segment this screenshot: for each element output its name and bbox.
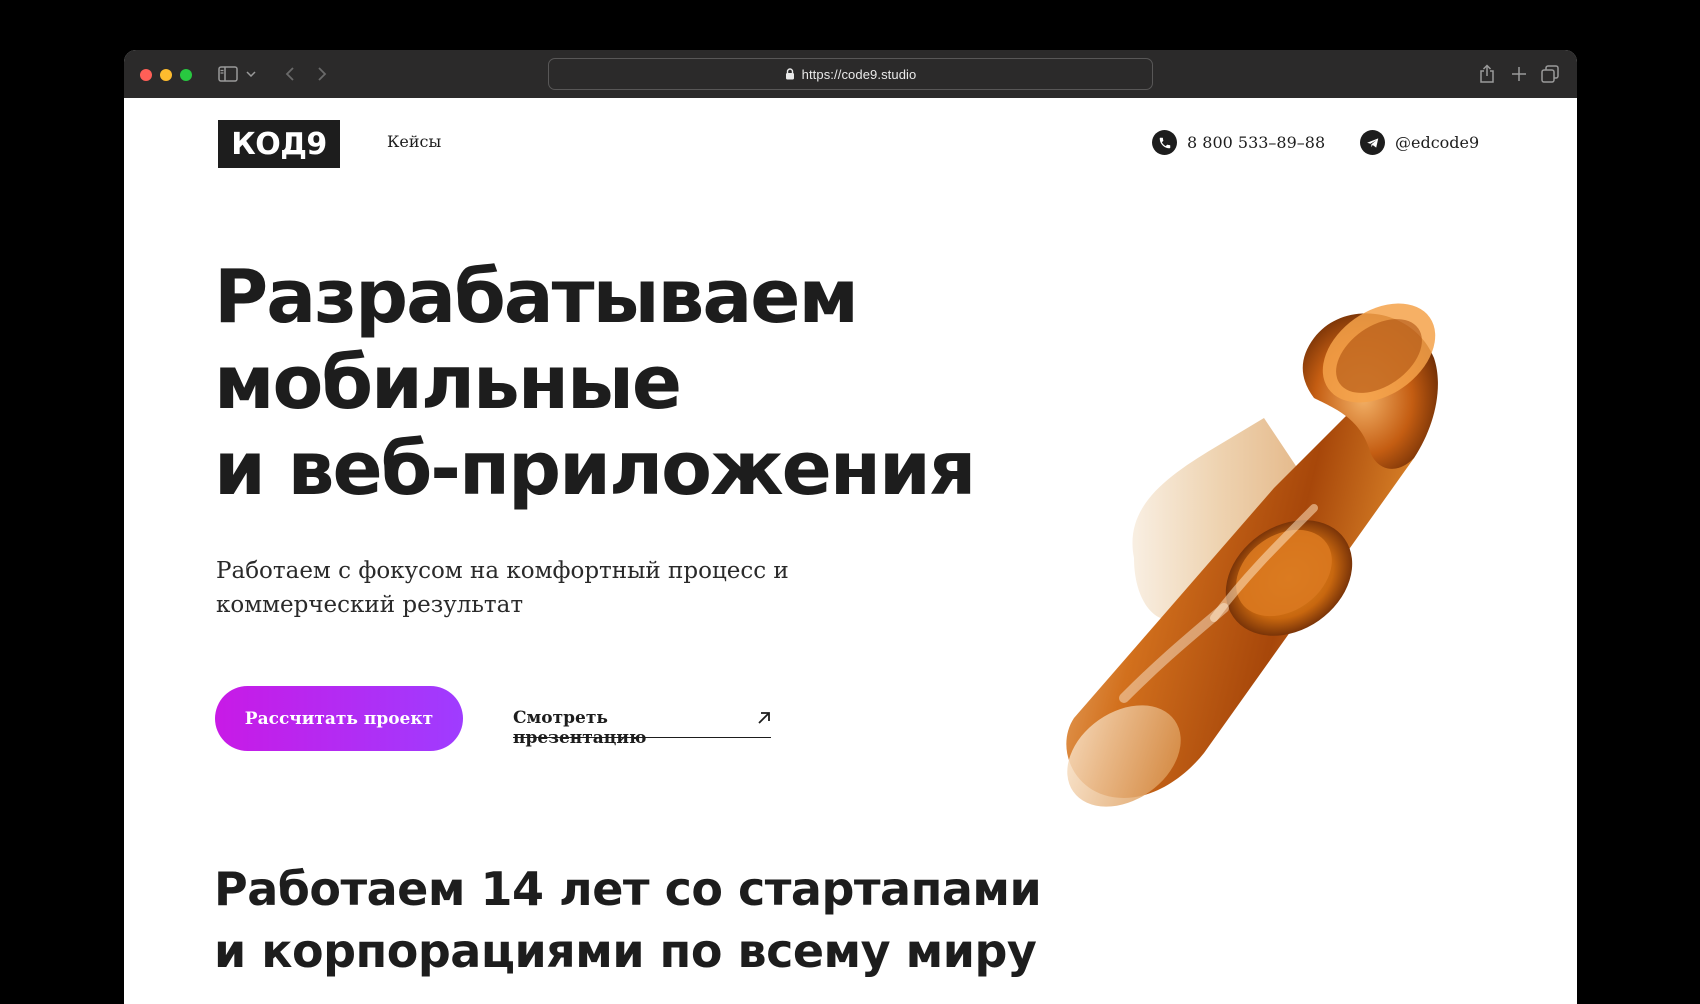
phone-contact[interactable]: 8 800 533–89–88 — [1152, 130, 1325, 155]
back-arrow-icon[interactable] — [280, 62, 300, 86]
lock-icon — [785, 65, 795, 84]
hero-subtitle: Работаем с фокусом на комфортный процесс… — [216, 558, 789, 618]
phone-icon — [1152, 130, 1177, 155]
nav-link-cases[interactable]: Кейсы — [387, 132, 441, 151]
phone-number: 8 800 533–89–88 — [1187, 133, 1326, 152]
sidebar-toggle-icon[interactable] — [216, 62, 240, 86]
browser-window: https://code9.studio КОД9 Кейсы 8 800 53… — [124, 50, 1577, 1004]
section-title-line: Работаем 14 лет со стартапами — [214, 862, 1042, 916]
browser-toolbar: https://code9.studio — [124, 50, 1577, 98]
plus-icon[interactable] — [1508, 62, 1530, 86]
telegram-icon — [1360, 130, 1385, 155]
hero-3d-tube-image — [1014, 278, 1484, 818]
tab-overview-icon[interactable] — [1538, 62, 1562, 86]
telegram-contact[interactable]: @edcode9 — [1360, 130, 1479, 155]
arrow-up-right-icon — [757, 708, 771, 730]
telegram-handle: @edcode9 — [1395, 133, 1480, 152]
address-url: https://code9.studio — [801, 66, 917, 82]
share-icon[interactable] — [1476, 62, 1498, 86]
view-presentation-label: Смотреть презентацию — [513, 708, 647, 748]
hero-title-line: мобильные — [214, 340, 682, 426]
hero-title: Разрабатываем мобильные и веб-приложения — [214, 254, 976, 512]
chevron-down-icon[interactable] — [244, 62, 258, 86]
hero-title-line: Разрабатываем — [214, 254, 859, 340]
forward-arrow-icon[interactable] — [312, 62, 332, 86]
view-presentation-link[interactable]: Смотреть презентацию — [513, 708, 771, 748]
hero-title-line: и веб-приложения — [214, 426, 976, 512]
logo[interactable]: КОД9 — [218, 120, 340, 168]
calculate-project-button[interactable]: Рассчитать проект — [215, 686, 463, 751]
zoom-window-button[interactable] — [180, 69, 192, 81]
section-title-line: и корпорациями по всему миру — [214, 924, 1037, 978]
page-content: КОД9 Кейсы 8 800 533–89–88 @edcode9 Разр… — [124, 98, 1577, 1004]
minimize-window-button[interactable] — [160, 69, 172, 81]
address-bar[interactable]: https://code9.studio — [548, 58, 1153, 90]
close-window-button[interactable] — [140, 69, 152, 81]
section-title: Работаем 14 лет со стартапами и корпорац… — [214, 858, 1042, 982]
